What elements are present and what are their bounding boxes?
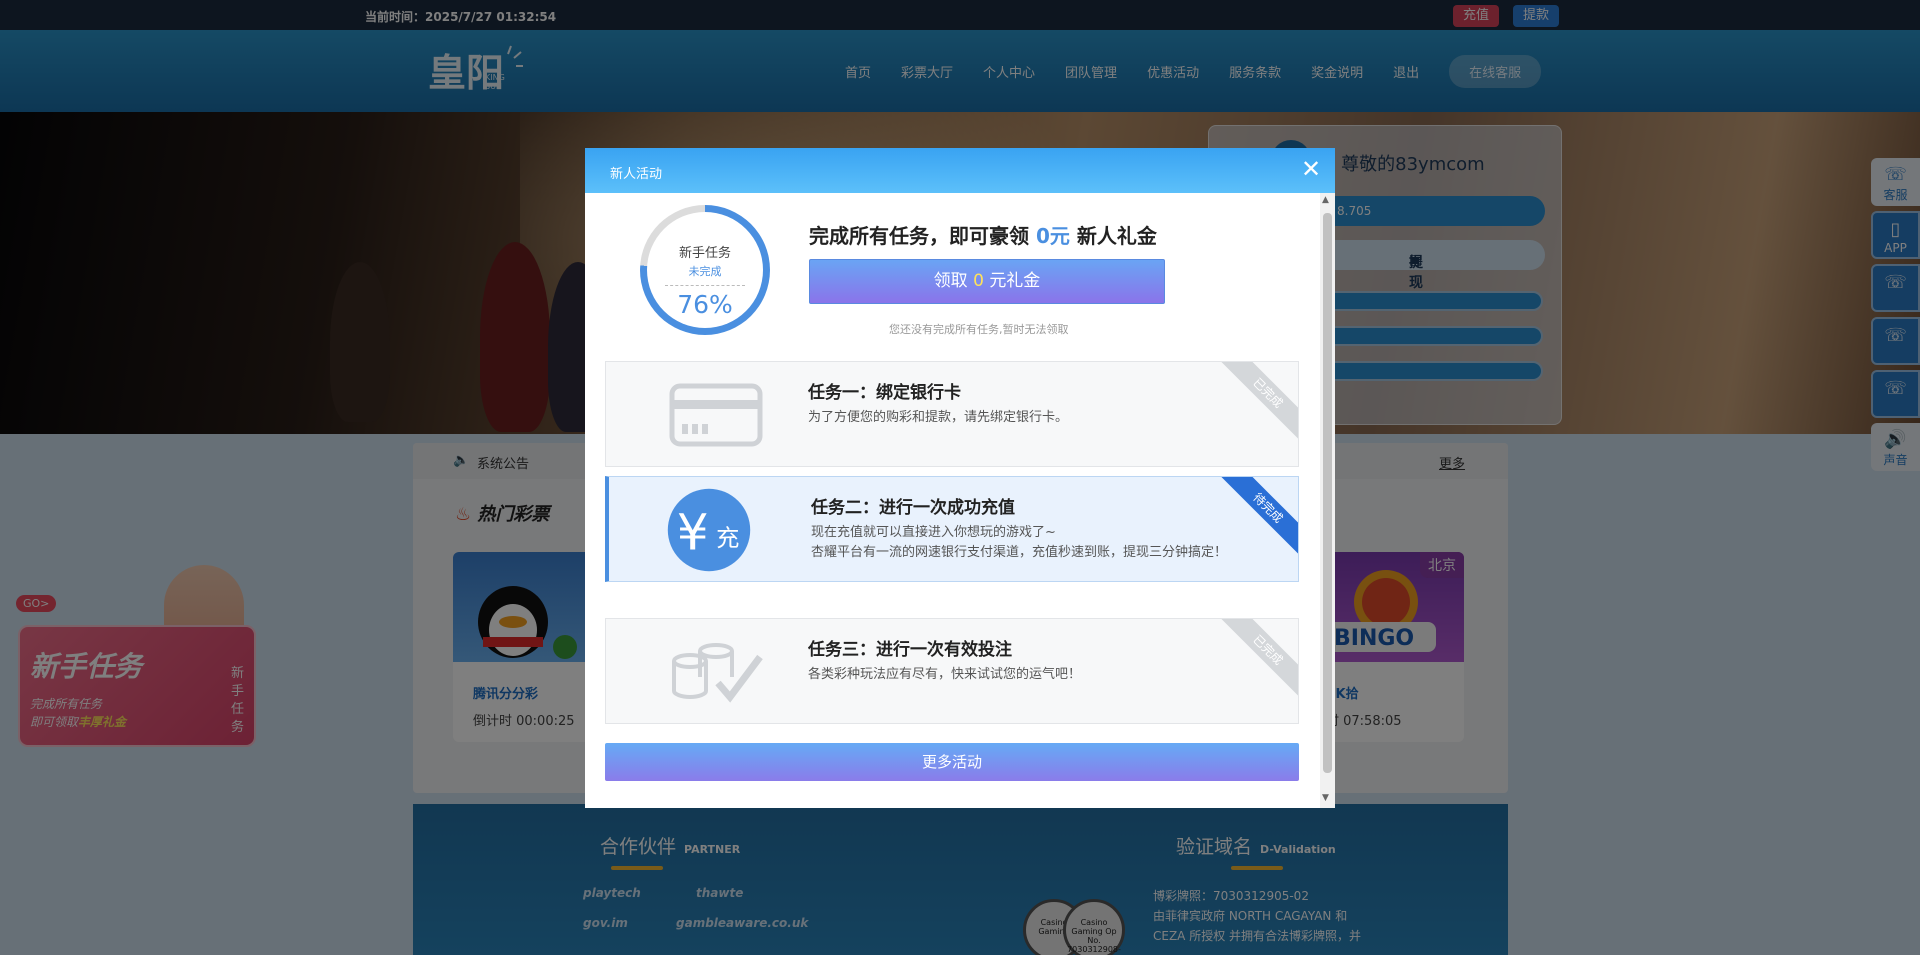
ring-status: 未完成 (688, 265, 722, 278)
scroll-up-icon[interactable]: ▲ (1322, 195, 1329, 205)
task-status-ribbon: 待完成 (1220, 477, 1298, 556)
modal-scrollbar[interactable]: ▲ ▼ (1320, 193, 1335, 808)
svg-text:¥: ¥ (677, 503, 709, 562)
task-bet[interactable]: 任务三：进行一次有效投注 各类彩种玩法应有尽有，快来试试您的运气吧！ 已完成 (605, 618, 1299, 724)
close-icon[interactable]: ✕ (1301, 156, 1321, 182)
ring-label: 新手任务 (678, 246, 731, 261)
claim-hint: 您还没有完成所有任务,暂时无法领取 (889, 323, 1069, 336)
task-bind-card[interactable]: 任务一：绑定银行卡 为了方便您的购彩和提款，请先绑定银行卡。 已完成 (605, 361, 1299, 467)
progress-ring: 新手任务 未完成 76% (640, 205, 770, 335)
task-desc: 为了方便您的购彩和提款，请先绑定银行卡。 (808, 410, 1069, 425)
task-title: 任务二：进行一次成功充值 (811, 498, 1015, 518)
task-recharge[interactable]: ¥ 充 任务二：进行一次成功充值 现在充值就可以直接进入你想玩的游戏了~ 杏耀平台… (605, 476, 1299, 582)
task-title: 任务三：进行一次有效投注 (808, 640, 1012, 660)
yuan-recharge-icon: ¥ 充 (667, 488, 751, 572)
task-desc-2: 杏耀平台有一流的网速银行支付渠道，充值秒速到账，提现三分钟搞定！ (811, 545, 1228, 560)
svg-text:充: 充 (716, 525, 739, 552)
scroll-down-icon[interactable]: ▼ (1322, 793, 1329, 803)
reward-headline: 完成所有任务，即可豪领 0元 新人礼金 (809, 224, 1157, 248)
more-activities-button[interactable]: 更多活动 (605, 743, 1299, 781)
modal-title: 新人活动 (610, 167, 663, 182)
ring-divider (665, 285, 745, 286)
scrollbar-thumb[interactable] (1323, 213, 1332, 773)
coins-check-icon (672, 643, 763, 703)
modal-header: 新人活动 ✕ (585, 148, 1335, 193)
bank-card-icon (669, 383, 763, 447)
task-status-ribbon: 已完成 (1220, 619, 1298, 698)
task-desc: 现在充值就可以直接进入你想玩的游戏了~ (811, 525, 1056, 540)
progress-ring-inner: 新手任务 未完成 76% (647, 212, 763, 328)
claim-reward-button[interactable]: 领取 0 元礼金 (809, 259, 1165, 304)
task-title: 任务一：绑定银行卡 (808, 383, 961, 403)
ring-percent: 76% (677, 290, 733, 319)
newbie-activity-modal: 新人活动 ✕ 新手任务 未完成 76% 完成所有任务，即可豪领 0元 新人礼金 … (585, 148, 1335, 808)
task-desc: 各类彩种玩法应有尽有，快来试试您的运气吧！ (808, 667, 1082, 682)
task-status-ribbon: 已完成 (1220, 362, 1298, 441)
